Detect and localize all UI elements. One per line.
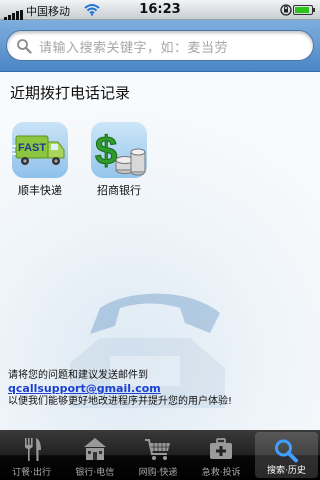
svg-text:FAST: FAST — [18, 142, 46, 154]
svg-text:$: $ — [95, 129, 117, 173]
search-input[interactable]: 请输入搜索关键字，如：麦当劳 — [6, 30, 314, 61]
tab-label: 订餐·出行 — [12, 468, 52, 478]
feedback-line-2: 以便我们能够更好地改进程序并提升您的用户体验! — [8, 396, 233, 407]
recent-call-item[interactable]: $ 招商银行 — [89, 122, 149, 198]
tab-bar: 订餐·出行 银行·电信 网购·快递 急救·投诉 搜索·历史 — [0, 430, 320, 480]
tab-bank-telecom[interactable]: 银行·电信 — [63, 430, 126, 480]
tab-label: 银行·电信 — [75, 468, 115, 478]
search-icon — [16, 38, 32, 58]
rotation-lock-icon — [280, 3, 292, 20]
recent-calls-title: 近期拨打电话记录 — [10, 84, 131, 102]
recent-call-label: 顺丰快递 — [18, 184, 62, 197]
fast-delivery-truck-icon: FAST — [12, 122, 68, 178]
first-aid-kit-icon — [190, 436, 253, 462]
dollar-coins-icon: $ — [91, 122, 147, 178]
tab-label: 网购·快递 — [138, 468, 178, 478]
tab-label: 急救·投诉 — [201, 468, 241, 478]
feedback-message: 请将您的问题和建议发送邮件到 qcallsupport@gmail.com 以便… — [8, 369, 232, 408]
status-bar: 中国移动 16:23 — [0, 0, 320, 20]
tab-dining-travel[interactable]: 订餐·出行 — [0, 430, 63, 480]
tab-shopping-delivery[interactable]: 网购·快递 — [126, 430, 189, 480]
tab-emergency-complaint[interactable]: 急救·投诉 — [190, 430, 253, 480]
battery-icon — [293, 5, 313, 15]
battery-tip — [313, 8, 315, 12]
battery-level — [295, 7, 309, 13]
search-bar: 请输入搜索关键字，如：麦当劳 — [0, 20, 320, 72]
clock: 16:23 — [139, 2, 181, 17]
recent-call-label: 招商银行 — [97, 184, 141, 197]
main-content: 近期拨打电话记录 FAST 顺丰快递 $ 招商银行 请将您的问题和建议发送邮件到… — [0, 73, 320, 430]
search-icon — [255, 438, 318, 464]
bank-building-icon — [63, 436, 126, 462]
support-email-link[interactable]: qcallsupport@gmail.com — [8, 382, 232, 395]
tab-label: 搜索·历史 — [266, 466, 306, 476]
shopping-cart-icon — [126, 436, 189, 462]
search-placeholder: 请输入搜索关键字，如：麦当劳 — [39, 41, 229, 56]
feedback-line-1: 请将您的问题和建议发送邮件到 — [8, 370, 148, 381]
recent-call-item[interactable]: FAST 顺丰快递 — [10, 122, 70, 198]
tab-search-history[interactable]: 搜索·历史 — [254, 432, 319, 478]
fork-knife-icon — [0, 436, 63, 462]
